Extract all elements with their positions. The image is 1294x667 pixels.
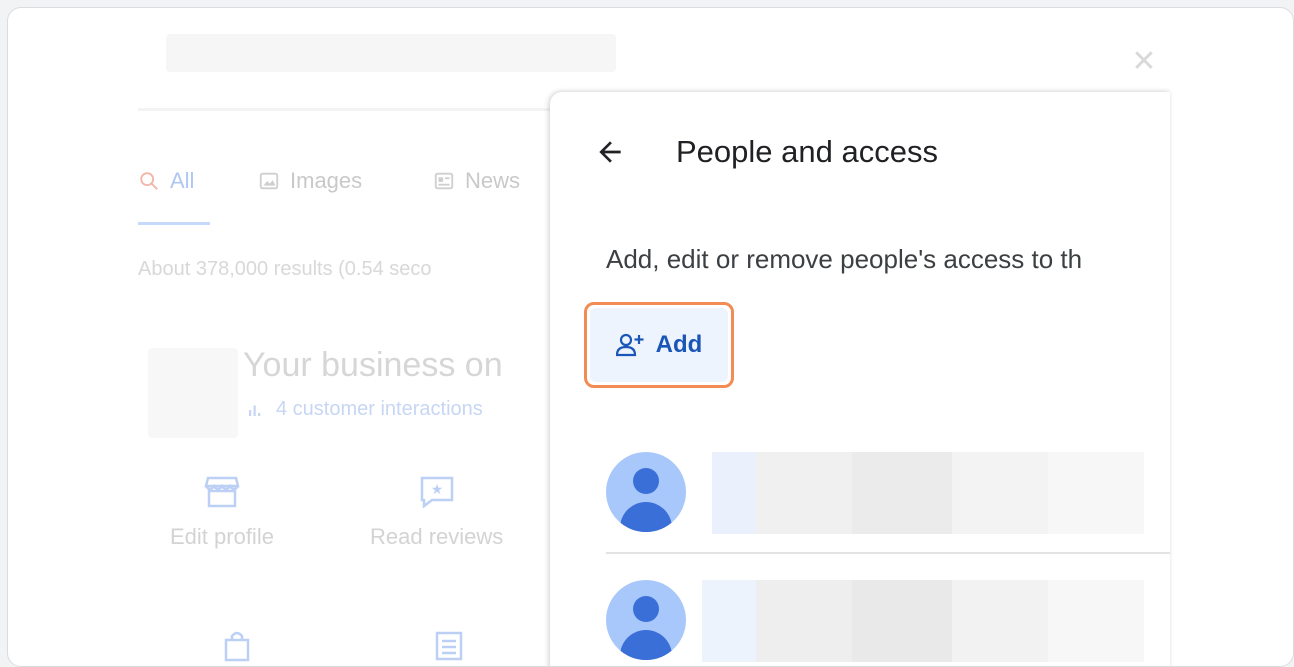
tab-images[interactable]: Images	[258, 168, 362, 194]
search-icon	[140, 172, 158, 190]
person-add-icon	[615, 333, 644, 357]
image-icon	[259, 172, 279, 190]
list-icon	[432, 628, 466, 666]
tab-all[interactable]: All	[138, 168, 194, 194]
redacted-name-part	[952, 580, 1048, 662]
shopping-bag-icon	[220, 628, 254, 666]
results-count: About 378,000 results (0.54 seco	[138, 258, 432, 280]
back-button[interactable]	[590, 132, 630, 172]
search-bar	[166, 34, 616, 72]
person-row[interactable]	[606, 580, 1170, 664]
read-reviews-label: Read reviews	[370, 524, 504, 549]
row-divider	[606, 552, 1170, 554]
business-title: Your business on	[243, 346, 503, 384]
redacted-name-part	[1048, 452, 1144, 534]
redacted-name-part	[852, 452, 952, 534]
app-window: ✕ All Images News About 378,000 results …	[7, 7, 1294, 667]
close-icon[interactable]: ✕	[1126, 44, 1162, 80]
arrow-back-icon	[599, 141, 621, 163]
business-thumbnail	[148, 348, 238, 438]
redacted-name-part	[1048, 580, 1144, 662]
redacted-name	[712, 452, 756, 534]
tab-images-label: Images	[290, 168, 363, 193]
redacted-name-part	[952, 452, 1048, 534]
bar-chart-icon	[249, 405, 261, 416]
customer-interactions-label: 4 customer interactions	[276, 398, 483, 420]
redacted-name-part	[852, 580, 952, 662]
redacted-name-part	[756, 580, 852, 662]
edit-profile-label: Edit profile	[170, 524, 274, 549]
active-tab-indicator	[138, 222, 210, 225]
read-reviews-button[interactable]: ★ Read reviews	[370, 474, 503, 550]
redacted-name-part	[756, 452, 852, 534]
tab-news-label: News	[465, 168, 521, 193]
tab-all-label: All	[170, 168, 195, 193]
news-icon	[434, 172, 454, 190]
add-person-button[interactable]: Add	[590, 308, 728, 382]
panel-title: People and access	[676, 134, 938, 169]
tab-news[interactable]: News	[433, 168, 520, 194]
customer-interactions-link[interactable]: 4 customer interactions	[246, 398, 483, 421]
add-button-label: Add	[655, 331, 703, 358]
panel-description: Add, edit or remove people's access to t…	[606, 244, 1083, 274]
svg-text:★: ★	[430, 482, 443, 498]
review-icon: ★	[420, 476, 453, 509]
search-bar-divider	[138, 108, 568, 111]
edit-profile-button[interactable]: Edit profile	[170, 474, 274, 550]
person-row[interactable]	[606, 452, 1170, 536]
storefront-icon	[204, 476, 240, 508]
people-and-access-panel: People and access Add, edit or remove pe…	[550, 92, 1170, 666]
redacted-name	[702, 580, 756, 662]
avatar	[606, 580, 686, 660]
avatar	[606, 452, 686, 532]
